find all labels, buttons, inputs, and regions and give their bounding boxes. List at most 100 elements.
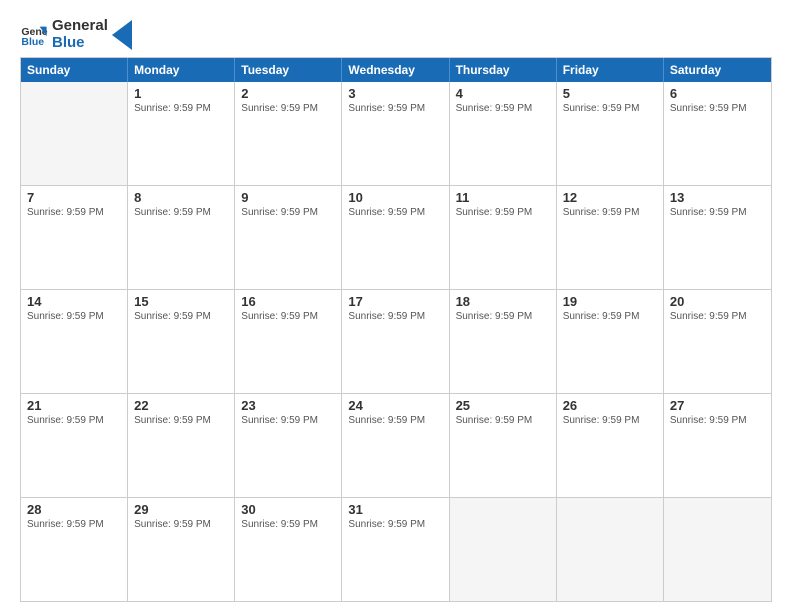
sunrise-text: Sunrise: 9:59 PM [348, 519, 442, 530]
header-saturday: Saturday [664, 58, 771, 82]
sunrise-text: Sunrise: 9:59 PM [134, 519, 228, 530]
header-wednesday: Wednesday [342, 58, 449, 82]
day-cell: 20 Sunrise: 9:59 PM [664, 290, 771, 393]
logo-blue: Blue [52, 35, 108, 52]
day-cell [450, 498, 557, 601]
day-cell: 13 Sunrise: 9:59 PM [664, 186, 771, 289]
sunrise-text: Sunrise: 9:59 PM [241, 415, 335, 426]
day-number: 13 [670, 190, 765, 205]
day-cell: 23 Sunrise: 9:59 PM [235, 394, 342, 497]
sunrise-text: Sunrise: 9:59 PM [456, 207, 550, 218]
sunrise-text: Sunrise: 9:59 PM [27, 519, 121, 530]
day-number: 27 [670, 398, 765, 413]
day-cell: 12 Sunrise: 9:59 PM [557, 186, 664, 289]
sunrise-text: Sunrise: 9:59 PM [241, 519, 335, 530]
day-number: 28 [27, 502, 121, 517]
day-number: 20 [670, 294, 765, 309]
logo: General Blue General Blue [20, 18, 132, 51]
day-number: 8 [134, 190, 228, 205]
sunrise-text: Sunrise: 9:59 PM [456, 311, 550, 322]
sunrise-text: Sunrise: 9:59 PM [348, 415, 442, 426]
day-cell: 3 Sunrise: 9:59 PM [342, 82, 449, 185]
calendar-row: 21Sunrise: 9:59 PM 22 Sunrise: 9:59 PM 23 Su… [21, 393, 771, 497]
sunrise-text: Sunrise: 9:59 PM [456, 415, 550, 426]
sunrise-text: Sunrise: 9:59 PM [241, 311, 335, 322]
logo-icon: General Blue [20, 21, 48, 49]
day-number: 14 [27, 294, 121, 309]
sunrise-text: Sunrise: 9:59 PM [348, 311, 442, 322]
svg-text:Blue: Blue [21, 35, 44, 47]
day-cell: 28 Sunrise: 9:59 PM [21, 498, 128, 601]
day-number: 4 [456, 86, 550, 101]
header: General Blue General Blue [20, 18, 772, 51]
sunrise-text: Sunrise: 9:59 PM [134, 415, 228, 426]
calendar-header: Sunday Monday Tuesday Wednesday Thursday… [21, 58, 771, 82]
sunrise-text: Sunrise: 9:59 PM [563, 311, 657, 322]
calendar-row: 7 Sunrise: 9:59 PM 8 Sunrise: 9:59 PM 9 Sunri… [21, 185, 771, 289]
day-number: 3 [348, 86, 442, 101]
sunrise-text: Sunrise: 9:59 PM [563, 207, 657, 218]
day-number: 31 [348, 502, 442, 517]
day-cell: 14 Sunrise: 9:59 PM [21, 290, 128, 393]
calendar-row: 14 Sunrise: 9:59 PM 15 Sunrise: 9:59 PM 16 Su… [21, 289, 771, 393]
day-number: 6 [670, 86, 765, 101]
logo-general: General [52, 18, 108, 35]
header-monday: Monday [128, 58, 235, 82]
day-number: 2 [241, 86, 335, 101]
sunrise-text: Sunrise: 9:59 PM [134, 311, 228, 322]
day-number: 19 [563, 294, 657, 309]
sunrise-text: Sunrise: 9:59 PM [241, 207, 335, 218]
day-number: 12 [563, 190, 657, 205]
day-number: 10 [348, 190, 442, 205]
day-cell: 18 Sunrise: 9:59 PM [450, 290, 557, 393]
day-number: 22 [134, 398, 228, 413]
sunrise-text: Sunrise: 9:59 PM [27, 415, 121, 426]
day-number: 24 [348, 398, 442, 413]
calendar-body: 1Sunrise: 9:59 PM2Sunrise: 9:59 PM3Sunri… [21, 82, 771, 601]
day-number: 29 [134, 502, 228, 517]
day-number: 15 [134, 294, 228, 309]
day-number: 5 [563, 86, 657, 101]
day-number: 11 [456, 190, 550, 205]
calendar-row: 1Sunrise: 9:59 PM2Sunrise: 9:59 PM3Sunri… [21, 82, 771, 185]
day-number: 1 [134, 86, 228, 101]
day-number: 30 [241, 502, 335, 517]
day-cell: 5 Sunrise: 9:59 PM [557, 82, 664, 185]
day-cell: 26Sunrise: 9:59 PM [557, 394, 664, 497]
sunrise-text: Sunrise: 9:59 PM [348, 103, 442, 114]
day-number: 23 [241, 398, 335, 413]
day-cell [664, 498, 771, 601]
day-number: 17 [348, 294, 442, 309]
logo-wave-icon [112, 20, 132, 50]
sunrise-text: Sunrise: 9:59 PM [563, 415, 657, 426]
header-friday: Friday [557, 58, 664, 82]
sunrise-text: Sunrise: 9:59 PM [134, 207, 228, 218]
day-number: 16 [241, 294, 335, 309]
calendar-row: 28 Sunrise: 9:59 PM 29 Sunrise: 9:59 PM 30 Su… [21, 497, 771, 601]
day-cell: 1Sunrise: 9:59 PM [128, 82, 235, 185]
sunrise-text: Sunrise: 9:59 PM [670, 207, 765, 218]
day-cell: 21Sunrise: 9:59 PM [21, 394, 128, 497]
day-cell: 22 Sunrise: 9:59 PM [128, 394, 235, 497]
day-cell: 27Sunrise: 9:59 PM [664, 394, 771, 497]
page: General Blue General Blue Sunday Monday … [0, 0, 792, 612]
calendar: Sunday Monday Tuesday Wednesday Thursday… [20, 57, 772, 602]
sunrise-text: Sunrise: 9:59 PM [670, 311, 765, 322]
sunrise-text: Sunrise: 9:59 PM [563, 103, 657, 114]
day-cell: 7 Sunrise: 9:59 PM [21, 186, 128, 289]
day-number: 25 [456, 398, 550, 413]
sunrise-text: Sunrise: 9:59 PM [241, 103, 335, 114]
day-cell: 4Sunrise: 9:59 PM [450, 82, 557, 185]
sunrise-text: Sunrise: 9:59 PM [348, 207, 442, 218]
day-number: 18 [456, 294, 550, 309]
day-cell [557, 498, 664, 601]
day-cell [21, 82, 128, 185]
day-cell: 6 Sunrise: 9:59 PM [664, 82, 771, 185]
sunrise-text: Sunrise: 9:59 PM [670, 103, 765, 114]
day-number: 9 [241, 190, 335, 205]
day-cell: 17 Sunrise: 9:59 PM [342, 290, 449, 393]
sunrise-text: Sunrise: 9:59 PM [27, 311, 121, 322]
sunrise-text: Sunrise: 9:59 PM [27, 207, 121, 218]
day-number: 7 [27, 190, 121, 205]
header-sunday: Sunday [21, 58, 128, 82]
